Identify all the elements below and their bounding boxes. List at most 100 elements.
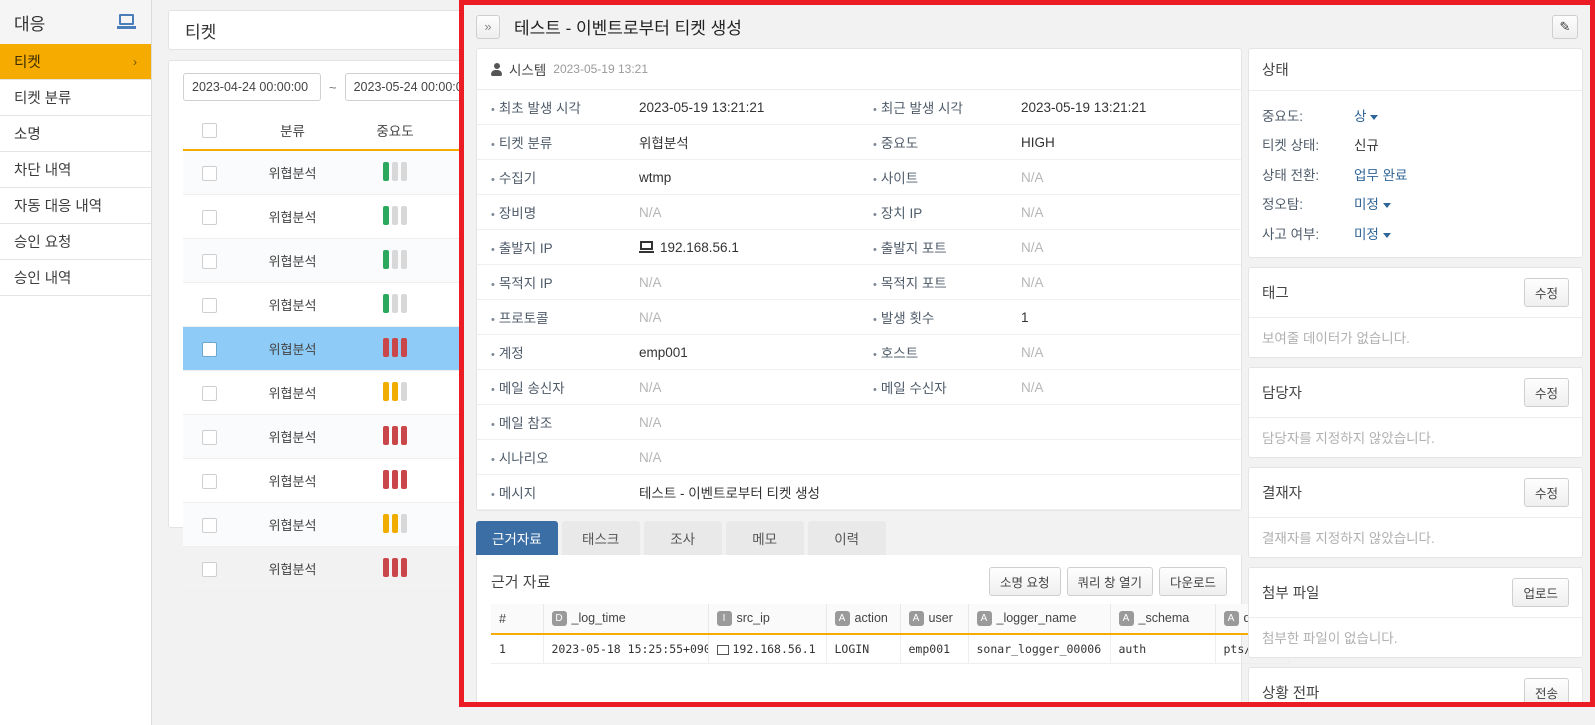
row-checkbox[interactable] (201, 517, 217, 533)
select-all-header (183, 111, 235, 151)
assignee-card: 담당자 수정 담당자를 지정하지 않았습니다. (1248, 366, 1583, 458)
monitor-icon[interactable] (117, 14, 137, 30)
row-category: 위협분석 (235, 282, 350, 327)
evidence-column-header: Aaction (826, 604, 901, 636)
bullet-icon: • (873, 384, 877, 396)
evidence-column-header: A _logger_name (968, 604, 1111, 636)
field-key: • 티켓 분류 (491, 136, 553, 151)
sidebar-title: 대응 (14, 14, 46, 34)
field-value: 2023-05-19 13:21:21 (1021, 99, 1147, 115)
tag-edit-button[interactable]: 수정 (1523, 277, 1569, 307)
sidebar-item-0[interactable]: 티켓 › (0, 44, 151, 80)
row-checkbox[interactable] (201, 429, 217, 445)
evidence-column-header: Auser (900, 604, 969, 636)
sidebar-item-4[interactable]: 자동 대응 내역 (0, 188, 151, 224)
chevron-down-icon (1382, 203, 1391, 209)
column-header: 중요도 (350, 111, 440, 151)
field-key: • 목적지 포트 (873, 276, 947, 291)
sidebar-item-1[interactable]: 티켓 분류 (0, 80, 151, 116)
field-value: N/A (1021, 379, 1044, 395)
modal-main-column: 시스템 2023-05-19 13:21 • 최초 발생 시각 2023-05-1… (476, 48, 1290, 702)
date-from-input[interactable]: 2023-04-24 00:00:00 (183, 73, 321, 101)
row-checkbox[interactable] (201, 561, 217, 577)
evidence-buttons: 소명 요청 쿼리 창 열기 다운로드 (989, 567, 1227, 596)
field-row-4: • 수집기 wtmp (477, 160, 859, 195)
sidebar-item-6[interactable]: 승인 내역 (0, 260, 151, 296)
evidence-column-header: # (491, 604, 544, 636)
evidence-button-1[interactable]: 쿼리 창 열기 (1066, 567, 1153, 596)
bullet-icon: • (491, 279, 495, 291)
ticket-field-grid: • 최초 발생 시각 2023-05-19 13:21:21 • 최근 발생 시각 … (477, 90, 1241, 510)
tab-4[interactable]: 이력 (807, 521, 886, 555)
tag-card-title: 태그 (1262, 285, 1289, 302)
field-row-2: • 티켓 분류 위협분석 (477, 125, 859, 160)
row-severity (350, 370, 440, 415)
bullet-icon: • (491, 139, 495, 151)
field-key: • 메일 송신자 (491, 381, 565, 396)
sidebar-item-label: 티켓 분류 (14, 91, 72, 107)
sidebar-item-label: 소명 (14, 127, 41, 143)
modal-body: 시스템 2023-05-19 13:21 • 최초 발생 시각 2023-05-1… (464, 48, 1590, 702)
status-row-value[interactable]: 미정 (1354, 193, 1391, 213)
broadcast-card-title: 상황 전파 (1262, 685, 1320, 702)
row-checkbox[interactable] (201, 341, 217, 357)
status-row-value[interactable]: 미정 (1354, 223, 1391, 243)
row-checkbox[interactable] (201, 165, 217, 181)
evidence-src-ip: 192.168.56.1 (708, 634, 827, 665)
evidence-column-header: A _schema (1110, 604, 1216, 636)
status-row-value[interactable]: 상 (1354, 105, 1379, 125)
severity-bars-icon (383, 337, 407, 357)
field-value: N/A (1021, 239, 1044, 255)
field-row-7: • 장치 IP N/A (859, 195, 1241, 230)
evidence-button-0[interactable]: 소명 요청 (989, 567, 1061, 596)
collapse-icon[interactable]: » (476, 14, 500, 39)
tab-2[interactable]: 조사 (643, 521, 722, 555)
broadcast-send-button[interactable]: 전송 (1523, 677, 1569, 702)
attachment-card-header: 첨부 파일 업로드 (1249, 568, 1582, 618)
severity-bars-icon (383, 381, 407, 401)
type-chip-icon: I (716, 611, 732, 627)
ticket-author: 시스템 2023-05-19 13:21 (477, 49, 1241, 90)
detail-tabs: 근거자료 태스크 조사 메모 이력 (476, 521, 1242, 555)
status-row-3: 정오탐: 미정 (1262, 189, 1569, 219)
evidence-empty-row (491, 663, 1289, 702)
sidebar-item-label: 승인 요청 (14, 235, 72, 251)
sidebar-item-2[interactable]: 소명 (0, 116, 151, 152)
row-category: 위협분석 (235, 326, 350, 371)
row-checkbox-cell (183, 238, 235, 283)
approver-edit-button[interactable]: 수정 (1523, 477, 1569, 507)
author-timestamp: 2023-05-19 13:21 (553, 62, 649, 76)
evidence-row[interactable]: 1 2023-05-18 15:25:55+0900 192.168.56.1 … (491, 634, 1290, 665)
row-category: 위협분석 (235, 150, 350, 195)
status-row-value[interactable]: 업무 완료 (1354, 164, 1407, 184)
sidebar-item-label: 티켓 (14, 55, 41, 71)
severity-bars-icon (383, 513, 407, 533)
sidebar-item-label: 승인 내역 (14, 271, 72, 287)
row-checkbox[interactable] (201, 209, 217, 225)
select-all-checkbox[interactable] (201, 122, 217, 138)
sidebar-item-5[interactable]: 승인 요청 (0, 224, 151, 260)
field-row-13: • 발생 횟수 1 (859, 300, 1241, 335)
tag-card-header: 태그 수정 (1249, 268, 1582, 318)
field-value: HIGH (1021, 134, 1055, 150)
row-checkbox-cell (183, 282, 235, 327)
tab-0[interactable]: 근거자료 (476, 521, 558, 555)
field-key: • 시나리오 (491, 451, 549, 466)
tab-1[interactable]: 태스크 (561, 521, 640, 555)
row-checkbox[interactable] (201, 253, 217, 269)
row-checkbox-cell (183, 458, 235, 503)
evidence-button-2[interactable]: 다운로드 (1158, 567, 1227, 596)
pencil-icon[interactable]: ✎ (1552, 14, 1578, 39)
field-value: N/A (639, 379, 662, 395)
sidebar-item-3[interactable]: 차단 내역 (0, 152, 151, 188)
assignee-edit-button[interactable]: 수정 (1523, 377, 1569, 407)
tab-3[interactable]: 메모 (725, 521, 804, 555)
row-checkbox[interactable] (201, 297, 217, 313)
severity-bars-icon (383, 161, 407, 181)
attachment-upload-button[interactable]: 업로드 (1512, 577, 1569, 607)
severity-bars-icon (383, 557, 407, 577)
row-checkbox[interactable] (201, 385, 217, 401)
evidence-action: LOGIN (826, 634, 901, 665)
row-checkbox[interactable] (201, 473, 217, 489)
tag-card: 태그 수정 보여줄 데이터가 없습니다. (1248, 266, 1583, 358)
